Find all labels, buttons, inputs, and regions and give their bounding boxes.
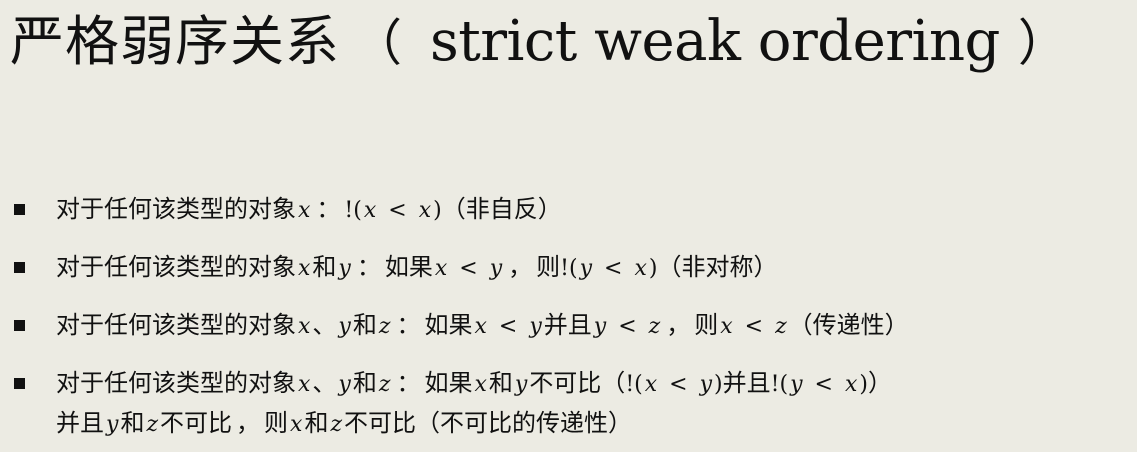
text-run: 并且 (722, 369, 771, 397)
title-paren-open: （ (352, 14, 402, 72)
math-operator: < (744, 314, 764, 339)
text-run: 则 (264, 409, 289, 437)
math-variable: x (644, 372, 658, 397)
math-variable: z (378, 314, 391, 339)
text-run: （非自反） (441, 195, 562, 223)
text-run: 如果 (384, 253, 433, 281)
math-variable: x (844, 372, 858, 397)
math-variable: z (648, 314, 661, 339)
math-operator: < (498, 314, 518, 339)
math-variable: x (634, 256, 647, 281)
math-variable: x (474, 314, 487, 339)
math-variable: x (363, 198, 377, 223)
math-symbol: !( (625, 372, 643, 397)
text-run: 和 (352, 369, 377, 397)
bullet-square-icon (14, 262, 25, 273)
text-run: 则 (694, 311, 719, 339)
math-symbol: !( (770, 372, 789, 397)
text-run: 对于任何该类型的对象 (56, 311, 296, 339)
math-variable: x (298, 372, 311, 397)
punctuation: ： (396, 369, 421, 397)
math-variable: y (529, 314, 542, 339)
math-variable: x (434, 256, 448, 281)
text-run: 对于任何该类型的对象 (56, 195, 296, 223)
math-variable: x (298, 198, 311, 223)
math-operator: < (388, 198, 407, 223)
text-run: 和 (304, 409, 329, 437)
bullet-line: 对于任何该类型的对象x、y和z：如果x < y并且y < z，则x < z（传递性） (56, 308, 909, 342)
math-variable: y (338, 372, 351, 397)
text-run: 不可比（不可比的传递性） (344, 409, 633, 437)
text-run: 和 (312, 253, 337, 281)
text-run: 、 (312, 369, 337, 397)
bullet-line: 对于任何该类型的对象x： !(x < x)（非自反） (56, 192, 562, 226)
math-symbol: ) (859, 372, 868, 397)
text-run: 对于任何该类型的对象 (56, 253, 296, 281)
text-run: 并且 (543, 311, 592, 339)
math-operator: < (669, 372, 688, 397)
math-variable: x (418, 198, 432, 223)
math-symbol: !( (344, 198, 362, 223)
math-variable: y (699, 372, 713, 397)
math-operator: < (618, 314, 637, 339)
math-symbol: ) (433, 198, 442, 223)
math-variable: y (790, 372, 803, 397)
text-run: 不可比（ (529, 369, 626, 397)
math-variable: y (579, 256, 593, 281)
math-variable: z (146, 412, 159, 437)
bullet-line: 对于任何该类型的对象x、y和z：如果x和y不可比（!(x < y)并且!(y < x)） (56, 366, 892, 400)
text-run: 如果 (424, 369, 473, 397)
math-symbol: !( (560, 256, 578, 281)
punctuation: ： (396, 311, 421, 339)
punctuation: ， (508, 253, 533, 281)
punctuation: ： (356, 253, 381, 281)
math-variable: x (290, 412, 303, 437)
bullet-line: 对于任何该类型的对象x和y：如果x < y，则!(y < x)（非对称） (56, 250, 777, 284)
text-run: 并且 (56, 409, 104, 437)
text-run: （非对称） (657, 253, 778, 281)
math-variable: z (775, 314, 787, 339)
text-run: 和 (488, 369, 513, 397)
title-paren-close: ） (1017, 14, 1068, 72)
math-variable: y (593, 314, 607, 339)
punctuation: ， (666, 311, 691, 339)
text-run: 和 (120, 409, 145, 437)
punctuation: ： (316, 195, 341, 223)
slide-title: 严格弱序关系 （ strict weak ordering ） (10, 2, 1068, 82)
math-operator: < (814, 372, 833, 397)
math-variable: y (338, 256, 351, 281)
math-variable: z (330, 412, 343, 437)
text-run: ） (867, 369, 892, 397)
math-operator: < (604, 256, 623, 281)
math-symbol: ) (714, 372, 723, 397)
bullet-square-icon (14, 378, 25, 389)
text-run: 、 (312, 311, 337, 339)
math-variable: x (298, 256, 311, 281)
math-variable: y (514, 372, 528, 397)
text-run: 如果 (424, 311, 473, 339)
math-variable: y (489, 256, 503, 281)
text-run: 和 (352, 311, 377, 339)
title-english: strict weak ordering (430, 9, 1000, 74)
math-variable: y (106, 412, 119, 437)
bullet-square-icon (14, 204, 25, 215)
math-variable: z (378, 372, 391, 397)
punctuation: ， (236, 409, 261, 437)
math-variable: y (338, 314, 351, 339)
text-run: 对于任何该类型的对象 (56, 369, 296, 397)
bullet-line: 并且y和z不可比，则x和z不可比（不可比的传递性） (56, 406, 632, 440)
math-variable: x (720, 314, 733, 339)
text-run: 不可比 (160, 409, 233, 437)
slide: 严格弱序关系 （ strict weak ordering ） 对于任何该类型的… (0, 0, 1137, 452)
text-run: 则 (536, 253, 561, 281)
title-chinese: 严格弱序关系 (10, 10, 340, 73)
math-variable: x (474, 372, 487, 397)
math-variable: x (298, 314, 311, 339)
text-run: （传递性） (788, 311, 909, 339)
math-operator: < (459, 256, 478, 281)
bullet-square-icon (14, 320, 25, 331)
